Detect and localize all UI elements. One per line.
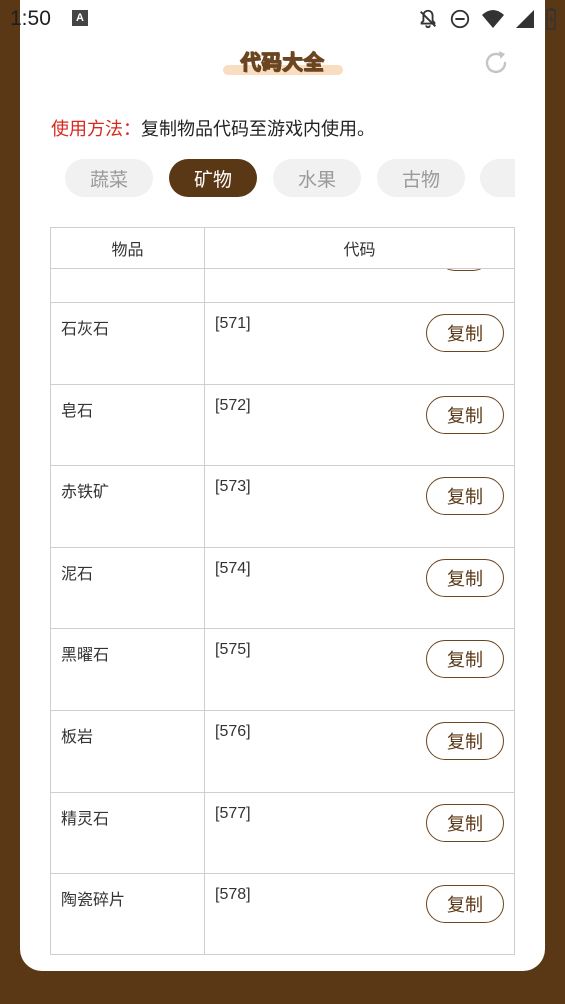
item-code: [577]: [215, 804, 251, 822]
tab-fruits[interactable]: 水果: [273, 159, 361, 197]
table-row: 皂石 [572] 复制: [51, 384, 514, 467]
item-name: 皂石: [51, 384, 205, 466]
item-code: [575]: [215, 641, 251, 659]
item-name: 精灵石: [51, 792, 205, 874]
item-code: [576]: [215, 722, 251, 740]
copy-button[interactable]: 复制: [426, 314, 504, 352]
table-row: 赤铁矿 [573] 复制: [51, 466, 514, 548]
status-time: 1:50: [10, 7, 51, 30]
table-row: 精灵石 [577] 复制: [51, 792, 514, 875]
table-row: 泥石 [574] 复制: [51, 547, 514, 630]
table-row-partial: [51, 269, 514, 303]
table-row: 黑曜石 [575] 复制: [51, 629, 514, 711]
status-bar: 1:50 A: [0, 0, 565, 38]
column-header-code: 代码: [343, 240, 376, 259]
tab-fish[interactable]: 鱼: [480, 159, 515, 197]
copy-button[interactable]: 复制: [426, 558, 504, 597]
item-name: 赤铁矿: [51, 466, 205, 547]
item-name: 石灰石: [51, 303, 205, 384]
code-cell: [576] 复制: [205, 711, 514, 792]
copy-button[interactable]: 复制: [426, 477, 504, 516]
code-cell: [571] 复制: [205, 303, 514, 384]
code-table: 物品 代码 石灰石 [571] 复制 皂石 [572] 复制 赤铁矿 [573]…: [50, 227, 515, 955]
item-code: [573]: [215, 478, 251, 496]
code-cell: [572] 复制: [205, 385, 514, 466]
copy-button[interactable]: 复制: [426, 640, 504, 679]
code-cell: [574] 复制: [205, 548, 514, 629]
code-cell: [575] 复制: [205, 629, 514, 710]
wifi-icon: [482, 10, 504, 28]
signal-icon: [516, 10, 534, 28]
code-cell: [578] 复制: [205, 874, 514, 954]
usage-text: 复制物品代码至游戏内使用。: [141, 119, 375, 140]
table-header: 物品 代码: [51, 228, 514, 269]
code-list-card: 代码大全 使用方法：复制物品代码至游戏内使用。 蔬菜 矿物 水果 古物 鱼 物品…: [20, 0, 545, 971]
table-body[interactable]: 石灰石 [571] 复制 皂石 [572] 复制 赤铁矿 [573] 复制 泥石…: [51, 269, 514, 954]
item-code: [578]: [215, 886, 251, 904]
code-cell: [205, 269, 514, 302]
table-row: 陶瓷碎片 [578] 复制: [51, 874, 514, 954]
status-icons: [417, 8, 557, 30]
bell-off-icon: [420, 9, 436, 29]
tab-artifacts[interactable]: 古物: [377, 159, 465, 197]
copy-button[interactable]: 复制: [426, 721, 504, 760]
item-name: 黑曜石: [51, 629, 205, 710]
copy-button[interactable]: 复制: [426, 395, 504, 434]
item-cell: [51, 269, 205, 302]
page-title-text: 代码大全: [240, 49, 325, 74]
code-cell: [573] 复制: [205, 466, 514, 547]
item-name: 陶瓷碎片: [51, 874, 205, 954]
dnd-icon: [450, 9, 470, 29]
copy-button[interactable]: 复制: [426, 803, 504, 842]
table-row: 板岩 [576] 复制: [51, 710, 514, 793]
item-name: 泥石: [51, 547, 205, 629]
column-header-item: 物品: [51, 228, 205, 268]
item-code: [574]: [215, 559, 251, 577]
category-tabs: 蔬菜 矿物 水果 古物 鱼: [65, 159, 515, 199]
item-name: 板岩: [51, 710, 205, 792]
copy-button[interactable]: 复制: [426, 885, 504, 924]
refresh-icon[interactable]: [482, 49, 510, 77]
battery-icon: [546, 8, 556, 30]
tab-minerals[interactable]: 矿物: [169, 159, 257, 197]
app-notification-icon: A: [72, 10, 88, 26]
item-code: [571]: [215, 315, 251, 332]
table-row: 石灰石 [571] 复制: [51, 303, 514, 385]
code-cell: [577] 复制: [205, 793, 514, 874]
item-code: [572]: [215, 396, 251, 414]
tab-vegetables[interactable]: 蔬菜: [65, 159, 153, 197]
usage-label: 使用方法：: [51, 119, 141, 140]
page-title: 代码大全: [220, 44, 345, 78]
usage-instructions: 使用方法：复制物品代码至游戏内使用。: [51, 115, 375, 141]
